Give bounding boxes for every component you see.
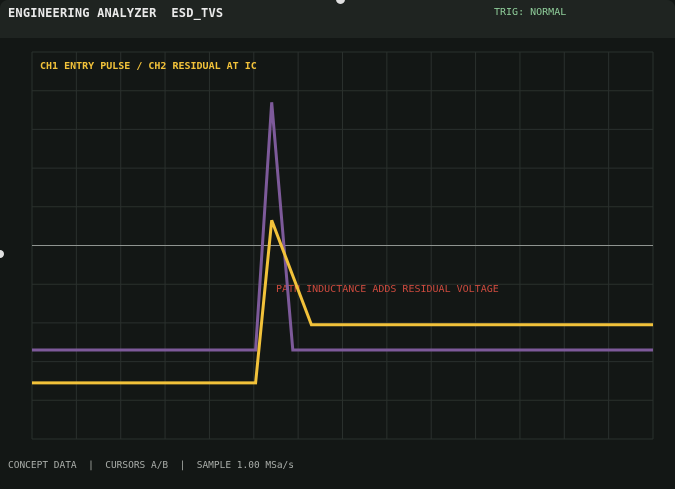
app-title: ENGINEERING ANALYZER ESD_TVS — [8, 6, 224, 20]
trigger-mode-label[interactable]: TRIG: NORMAL — [494, 7, 566, 18]
chart-annotation: PATH INDUCTANCE ADDS RESIDUAL VOLTAGE — [276, 284, 499, 295]
analyzer-window: ENGINEERING ANALYZER ESD_TVS TRIG: NORMA… — [0, 0, 675, 489]
chart-title: CH1 ENTRY PULSE / CH2 RESIDUAL AT IC — [40, 61, 257, 72]
scope-display: CH1 ENTRY PULSE / CH2 RESIDUAL AT IC PAT… — [31, 51, 654, 440]
title-bar: ENGINEERING ANALYZER ESD_TVS TRIG: NORMA… — [0, 0, 675, 38]
status-bar: CONCEPT DATA | CURSORS A/B | SAMPLE 1.00… — [8, 460, 294, 471]
